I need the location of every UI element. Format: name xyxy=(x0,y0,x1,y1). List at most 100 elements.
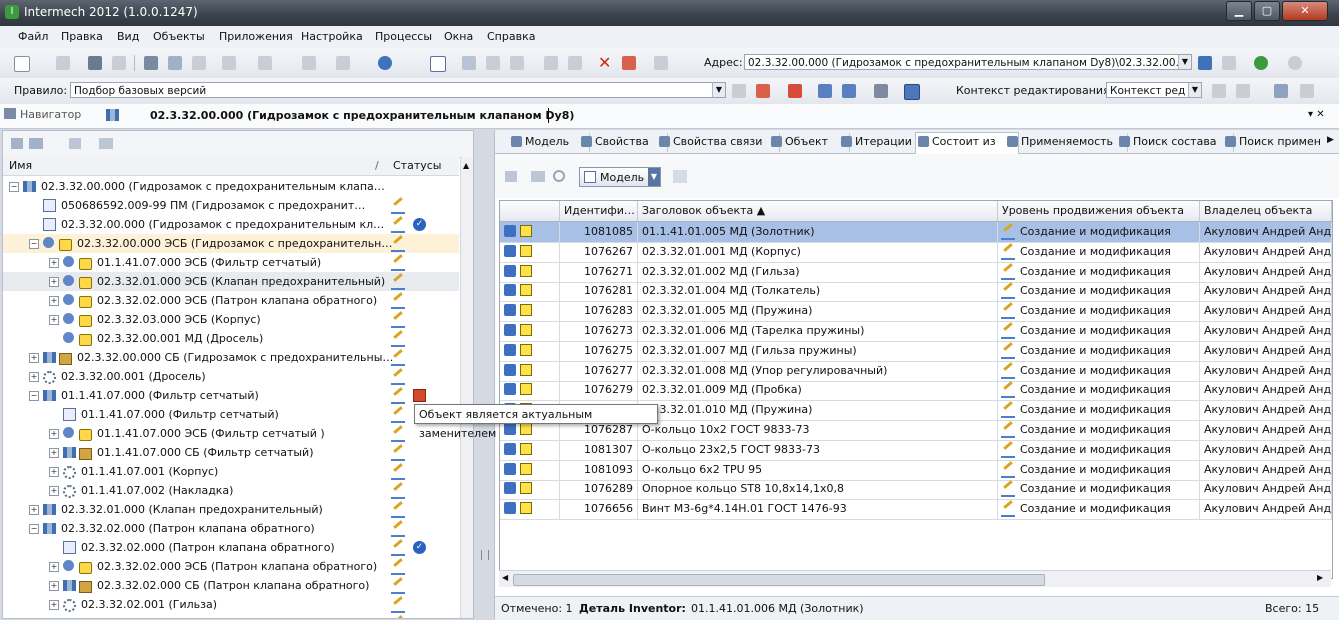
forward-icon[interactable] xyxy=(336,56,350,70)
expand-icon[interactable]: + xyxy=(49,429,59,439)
menu-file[interactable]: Файл xyxy=(18,30,48,43)
table-row[interactable]: 1076267 02.3.32.01.001 МД (Корпус) Создани… xyxy=(500,241,1332,263)
group-icon[interactable] xyxy=(654,56,668,70)
replacement-icon[interactable] xyxy=(413,389,426,402)
tree-row[interactable]: +02.3.32.02.002 (Шток) xyxy=(3,614,459,618)
column-id-header[interactable]: Идентифи… xyxy=(560,201,638,221)
nav-forward-icon[interactable] xyxy=(1288,56,1302,70)
refresh-icon[interactable] xyxy=(553,170,565,182)
menu-help[interactable]: Справка xyxy=(487,30,535,43)
model-view-button[interactable]: Модель ▼ xyxy=(579,167,661,187)
column-status-header[interactable]: Статусы xyxy=(393,159,441,172)
rule-apply-icon[interactable] xyxy=(756,84,770,98)
tab-object[interactable]: Объект xyxy=(769,133,850,152)
tree-row[interactable]: +02.3.32.02.000 ЭСБ (Патрон клапана обра… xyxy=(3,557,459,576)
context-icon-3[interactable] xyxy=(1274,84,1288,98)
maximize-button[interactable]: ▢ xyxy=(1254,1,1280,21)
back-icon[interactable] xyxy=(302,56,316,70)
table-row[interactable]: 1076281 02.3.32.01.004 МД (Толкатель) Созд… xyxy=(500,281,1332,303)
compare-icon[interactable] xyxy=(874,84,888,98)
collapse-icon[interactable]: − xyxy=(29,391,39,401)
new-icon[interactable] xyxy=(14,56,30,72)
chevron-down-icon[interactable]: ▼ xyxy=(648,168,660,186)
scroll-thumb[interactable] xyxy=(513,574,1045,586)
expand-icon[interactable]: + xyxy=(29,353,39,363)
tab-search-composition[interactable]: Поиск состава xyxy=(1117,133,1234,152)
menu-objects[interactable]: Объекты xyxy=(153,30,205,43)
collapse-icon[interactable]: − xyxy=(29,239,39,249)
context-icon-1[interactable] xyxy=(1212,84,1226,98)
expand-icon[interactable]: + xyxy=(49,600,59,610)
tree-row[interactable]: +02.3.32.01.000 ЭСБ (Клапан предохраните… xyxy=(3,272,459,291)
tree-row[interactable]: +01.1.41.07.000 ЭСБ (Фильтр сетчатый ) xyxy=(3,424,459,443)
rule-field[interactable]: Подбор базовых версий ▼ xyxy=(70,82,726,98)
minimize-button[interactable]: ▁ xyxy=(1226,1,1252,21)
undo-icon[interactable] xyxy=(222,56,236,70)
print-icon[interactable] xyxy=(88,56,102,70)
print-preview-icon[interactable] xyxy=(112,56,126,70)
context-icon-2[interactable] xyxy=(1236,84,1250,98)
filter-icon[interactable] xyxy=(788,84,802,98)
tree-row[interactable]: +02.3.32.02.000 ЭСБ (Патрон клапана обра… xyxy=(3,291,459,310)
menu-edit[interactable]: Правка xyxy=(61,30,103,43)
context-field[interactable]: Контекст ред ▼ xyxy=(1106,82,1202,98)
view-mode-icon[interactable] xyxy=(904,84,920,100)
context-icon-4[interactable] xyxy=(1300,84,1314,98)
table-row[interactable]: 1076279 02.3.32.01.009 МД (Пробка) Создани… xyxy=(500,380,1332,402)
tree-row[interactable]: 050686592.009-99 ПМ (Гидрозамок с предох… xyxy=(3,196,459,215)
expand-icon[interactable]: + xyxy=(49,467,59,477)
sort-desc-icon[interactable] xyxy=(29,138,43,149)
chevron-down-icon[interactable]: ▼ xyxy=(1188,83,1201,97)
copy-icon[interactable] xyxy=(168,56,182,70)
table-row[interactable]: 1076283 02.3.32.01.005 МД (Пружина) Создан… xyxy=(500,301,1332,323)
tree-row[interactable]: 02.3.32.02.000 (Патрон клапана обратного… xyxy=(3,538,459,557)
expand-icon[interactable]: + xyxy=(49,315,59,325)
expand-icon[interactable]: + xyxy=(49,258,59,268)
nav-back-icon[interactable] xyxy=(1254,56,1268,70)
rule-settings-icon[interactable] xyxy=(732,84,746,98)
sort-icon[interactable] xyxy=(505,171,517,182)
scroll-left-icon[interactable]: ◀ xyxy=(502,573,508,582)
column-title-header[interactable]: Заголовок объекта ▲ xyxy=(638,201,998,221)
tree-row[interactable]: +02.3.32.02.001 (Гильза) xyxy=(3,595,459,614)
tab-link-properties[interactable]: Свойства связи xyxy=(657,133,780,152)
tabs-scroll-right-icon[interactable]: ▶ xyxy=(1327,135,1334,145)
paste-icon[interactable] xyxy=(192,56,206,70)
go-icon[interactable] xyxy=(1198,56,1212,70)
tree-expand-icon[interactable] xyxy=(818,84,832,98)
sort-icon[interactable] xyxy=(11,138,23,149)
table-row[interactable]: 1076656 Винт М3-6g*4.14Н.01 ГОСТ 1476-93 С… xyxy=(500,499,1332,521)
expand-icon[interactable]: + xyxy=(49,277,59,287)
table-row[interactable]: 1076277 02.3.32.01.008 МД (Упор регулиров… xyxy=(500,360,1332,382)
expand-icon[interactable]: + xyxy=(29,505,39,515)
sort-desc-icon[interactable] xyxy=(531,171,545,182)
tree-row[interactable]: +02.3.32.00.000 СБ (Гидрозамок с предохр… xyxy=(3,348,459,367)
tree-row[interactable]: 01.1.41.07.000 (Фильтр сетчатый) xyxy=(3,405,459,424)
table-row[interactable]: 1076271 02.3.32.01.002 МД (Гильза) Создани… xyxy=(500,261,1332,283)
move-icon[interactable] xyxy=(462,56,476,70)
table-row[interactable]: 1076289 Опорное кольцо ST8 10,8x14,1x0,8 С… xyxy=(500,479,1332,501)
tree-collapse-icon[interactable] xyxy=(842,84,856,98)
tree-row[interactable]: − 02.3.32.02.000 (Патрон клапана обратног… xyxy=(3,519,459,538)
panel-splitter[interactable] xyxy=(475,130,493,619)
tree-row[interactable]: 02.3.32.00.001 МД (Дросель) xyxy=(3,329,459,348)
expand-icon[interactable]: + xyxy=(49,581,59,591)
menu-settings[interactable]: Настройка xyxy=(301,30,363,43)
tree-row[interactable]: +01.1.41.07.000 ЭСБ (Фильтр сетчатый) xyxy=(3,253,459,272)
table-row[interactable]: 1081093 О-кольцо 6x2 TPU 95 Создание и мод… xyxy=(500,459,1332,481)
tab-properties[interactable]: Свойства xyxy=(579,133,668,152)
menu-windows[interactable]: Окна xyxy=(444,30,473,43)
unlink-icon[interactable] xyxy=(568,56,582,70)
expand-icon[interactable]: + xyxy=(29,372,39,382)
tree-row[interactable]: +02.3.32.00.001 (Дросель) xyxy=(3,367,459,386)
column-owner-header[interactable]: Владелец объекта xyxy=(1200,201,1332,221)
cut-icon[interactable] xyxy=(144,56,158,70)
close-button[interactable]: ✕ xyxy=(1282,1,1328,21)
pin-panel-icon[interactable]: ▾ ✕ xyxy=(1308,109,1325,120)
collapse-icon[interactable]: − xyxy=(29,524,39,534)
table-row[interactable]: 1076273 02.3.32.01.006 МД (Тарелка пружин… xyxy=(500,321,1332,342)
table-row[interactable]: 1081085 01.1.41.01.005 МД (Золотник) Созда… xyxy=(500,222,1332,243)
scroll-up-icon[interactable]: ▲ xyxy=(463,161,469,170)
window-icon[interactable] xyxy=(430,56,446,72)
copy-object-icon[interactable] xyxy=(486,56,500,70)
